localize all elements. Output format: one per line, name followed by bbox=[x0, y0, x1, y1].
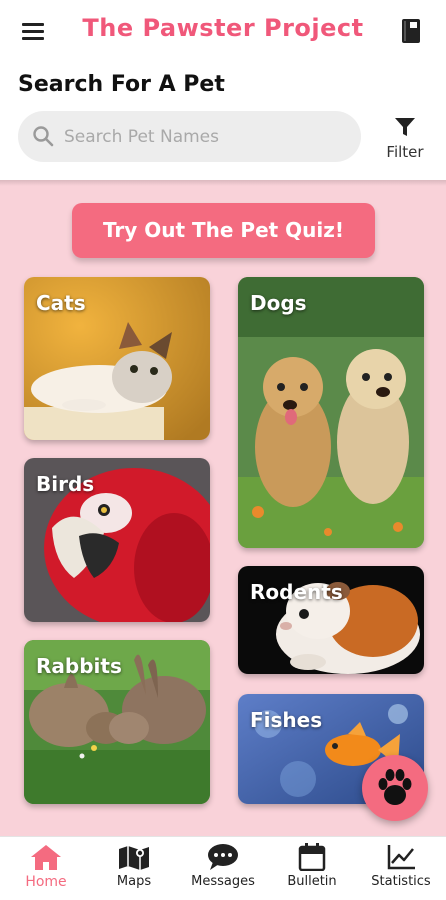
search-heading: Search For A Pet bbox=[18, 72, 225, 97]
search-input[interactable] bbox=[64, 111, 344, 162]
nav-item-messages[interactable]: Messages bbox=[179, 843, 267, 899]
category-label: Birds bbox=[36, 472, 95, 496]
nav-label: Maps bbox=[116, 874, 152, 889]
dog-image bbox=[238, 277, 424, 548]
category-card-cats[interactable]: Cats bbox=[24, 277, 210, 440]
category-label: Rabbits bbox=[36, 654, 122, 678]
nav-label: Home bbox=[25, 874, 67, 890]
nav-label: Messages bbox=[191, 874, 255, 889]
calendar-icon bbox=[298, 843, 326, 871]
nav-label: Bulletin bbox=[287, 874, 337, 889]
pet-categories-area: Try Out The Pet Quiz! Cats Dogs Birds Ro… bbox=[0, 180, 446, 836]
nav-item-bulletin[interactable]: Bulletin bbox=[268, 843, 356, 899]
category-label: Dogs bbox=[250, 291, 307, 315]
chat-icon bbox=[208, 844, 238, 870]
paw-fab-button[interactable] bbox=[362, 755, 428, 821]
nav-label: Statistics bbox=[371, 874, 431, 889]
category-label: Fishes bbox=[250, 708, 323, 732]
search-icon bbox=[32, 125, 54, 151]
search-field[interactable] bbox=[18, 111, 361, 162]
pet-quiz-button[interactable]: Try Out The Pet Quiz! bbox=[72, 203, 375, 258]
paw-icon bbox=[378, 769, 412, 805]
nav-item-statistics[interactable]: Statistics bbox=[357, 843, 445, 899]
map-icon bbox=[119, 846, 149, 870]
category-card-rodents[interactable]: Rodents bbox=[238, 566, 424, 674]
chart-icon bbox=[387, 845, 415, 870]
bottom-navigation: Home Maps Messages Bulletin Statistics bbox=[0, 836, 446, 900]
filter-label: Filter bbox=[386, 143, 424, 161]
nav-item-maps[interactable]: Maps bbox=[90, 843, 178, 899]
app-title: The Pawster Project bbox=[82, 14, 364, 42]
category-label: Rodents bbox=[250, 580, 343, 604]
nav-item-home[interactable]: Home bbox=[2, 843, 90, 899]
app-bar: The Pawster Project bbox=[0, 0, 446, 64]
filter-icon bbox=[395, 118, 415, 136]
filter-button[interactable]: Filter bbox=[380, 117, 430, 161]
category-card-rabbits[interactable]: Rabbits bbox=[24, 640, 210, 804]
category-card-birds[interactable]: Birds bbox=[24, 458, 210, 622]
home-icon bbox=[31, 845, 61, 870]
category-card-dogs[interactable]: Dogs bbox=[238, 277, 424, 548]
category-label: Cats bbox=[36, 291, 86, 315]
book-icon[interactable] bbox=[400, 18, 422, 44]
